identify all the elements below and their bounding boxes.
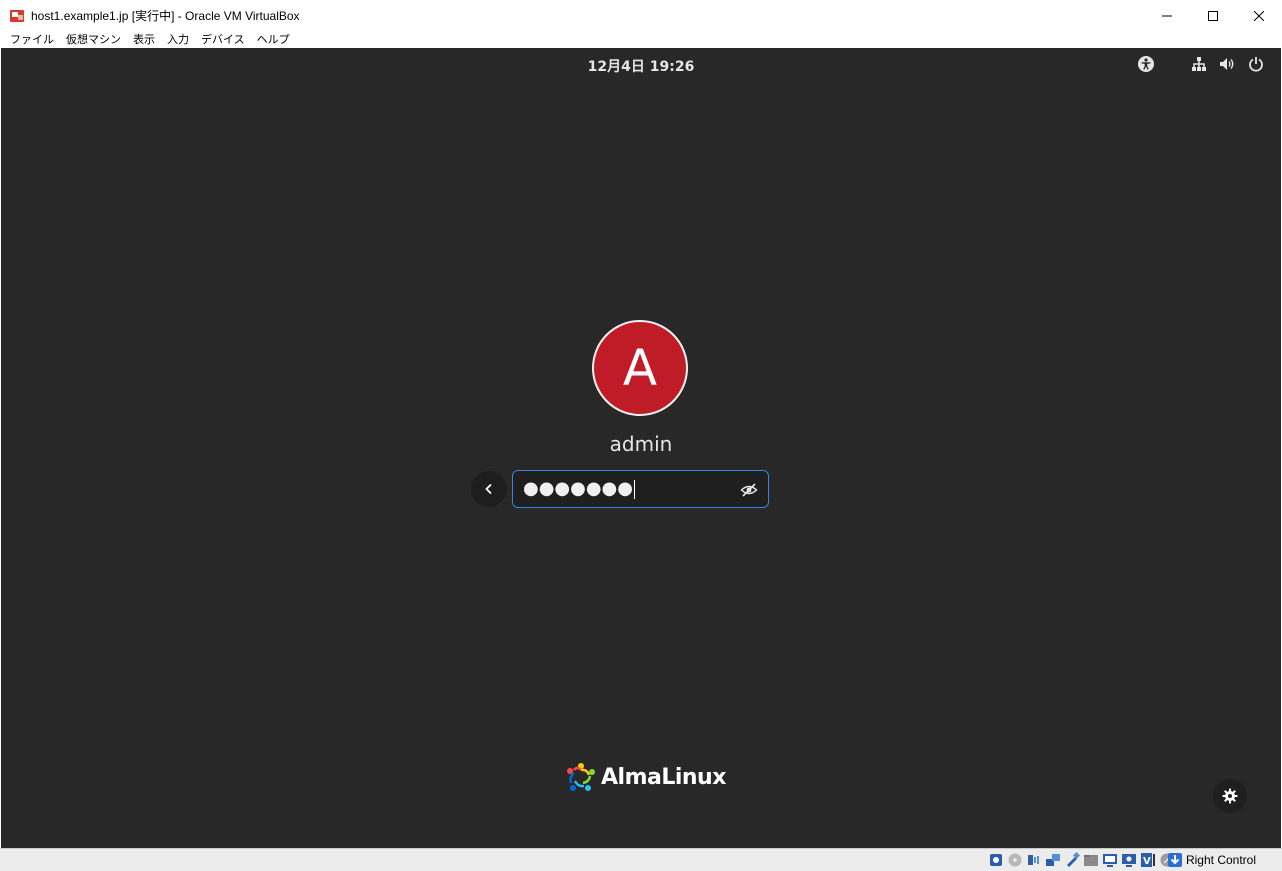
close-icon (1254, 10, 1264, 21)
menu-devices[interactable]: デバイス (201, 31, 245, 48)
host-key-indicator[interactable]: Right Control (1167, 852, 1256, 868)
reveal-password-icon[interactable] (740, 481, 758, 499)
vm-display[interactable]: 12月4日 19:26 A admin ●●●●●●● AlmaLinux (1, 48, 1281, 848)
window-title: host1.example1.jp [実行中] - Oracle VM Virt… (31, 9, 300, 23)
gear-icon (1222, 788, 1238, 804)
menu-input[interactable]: 入力 (167, 31, 189, 48)
shared-folders-icon[interactable] (1083, 852, 1099, 868)
virtualbox-app-icon (9, 8, 25, 24)
recording-icon[interactable] (1121, 852, 1137, 868)
minimize-button[interactable] (1144, 0, 1190, 31)
virtualbox-menu-bar: ファイル 仮想マシン 表示 入力 デバイス ヘルプ (0, 31, 1282, 48)
back-button[interactable] (471, 471, 507, 507)
network-icon[interactable] (1190, 55, 1208, 73)
usb-icon[interactable] (1064, 851, 1081, 868)
audio-icon[interactable] (1026, 852, 1042, 868)
menu-view[interactable]: 表示 (133, 31, 155, 48)
host-key-label: Right Control (1185, 853, 1256, 867)
svg-text:V: V (1143, 856, 1151, 867)
menu-file[interactable]: ファイル (10, 31, 54, 48)
maximize-icon (1208, 10, 1218, 21)
session-settings-button[interactable] (1213, 779, 1247, 813)
user-avatar: A (592, 320, 688, 416)
topbar-clock[interactable]: 12月4日 19:26 (1, 56, 1281, 76)
password-masked-value: ●●●●●●● (523, 478, 635, 499)
minimize-icon (1162, 15, 1172, 16)
menu-machine[interactable]: 仮想マシン (66, 31, 121, 48)
username-label: admin (609, 432, 673, 456)
display-icon[interactable] (1102, 852, 1118, 868)
optical-drive-icon[interactable] (1007, 852, 1023, 868)
window-title-bar[interactable]: host1.example1.jp [実行中] - Oracle VM Virt… (0, 0, 1282, 31)
text-caret (633, 479, 635, 499)
maximize-button[interactable] (1190, 0, 1236, 31)
close-button[interactable] (1236, 0, 1282, 31)
hard-disk-icon[interactable] (988, 852, 1004, 868)
menu-help[interactable]: ヘルプ (257, 31, 290, 48)
password-field[interactable]: ●●●●●●● (512, 470, 769, 508)
accessibility-icon[interactable] (1137, 55, 1155, 73)
chevron-left-icon (485, 483, 492, 495)
almalinux-mark-icon (567, 763, 595, 791)
logo-text: AlmaLinux (601, 764, 726, 790)
power-icon[interactable] (1247, 55, 1265, 73)
volume-icon[interactable] (1218, 55, 1236, 73)
virtualbox-status-bar: V Right Control (0, 848, 1282, 871)
host-key-arrow-icon (1167, 853, 1182, 867)
device-status-icons: V (988, 851, 1175, 868)
almalinux-logo: AlmaLinux (565, 759, 726, 795)
network-adapter-icon[interactable] (1045, 852, 1061, 868)
cpu-virtualization-icon[interactable]: V (1140, 852, 1156, 868)
